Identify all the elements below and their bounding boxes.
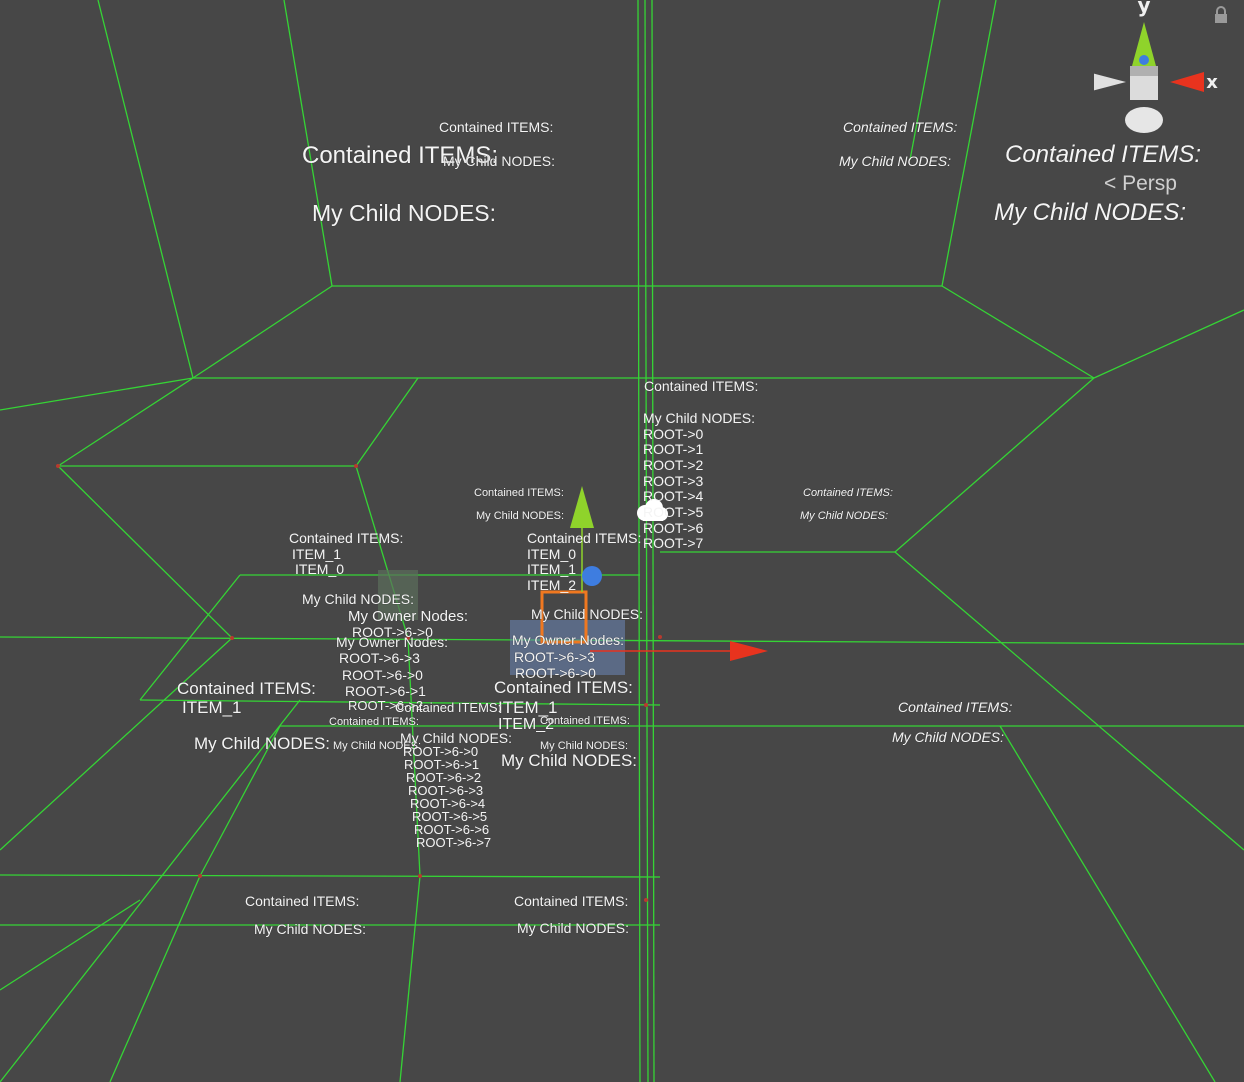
gizmo-y-label: y	[1137, 0, 1150, 17]
scene-viewport[interactable]: Contained ITEMS: My Child NODES: Contain…	[0, 0, 1244, 1082]
node-label-contained: Contained ITEMS:	[514, 893, 629, 909]
node-label-contained: Contained ITEMS:	[439, 119, 554, 135]
list-item: ROOT->3	[643, 472, 704, 489]
list-item: ITEM_1	[182, 698, 242, 717]
list-item: ROOT->6->1	[345, 683, 426, 699]
node-label-contained: Contained ITEMS:	[395, 700, 502, 715]
node-label-child: My Child NODES:	[443, 153, 556, 169]
node-children-list: ROOT->6->0 ROOT->6->1 ROOT->6->2 ROOT->6->3…	[403, 745, 491, 849]
node-label-owner: My Owner Nodes:	[336, 634, 449, 650]
node-label-owner: My Owner Nodes:	[348, 608, 469, 625]
node-label-child: My Child NODES:	[254, 921, 367, 937]
node-label-contained: Contained ITEMS:	[803, 487, 893, 499]
node-label-child: My Child NODES:	[476, 510, 565, 522]
projection-label: Persp	[1122, 172, 1177, 195]
list-item: ROOT->0	[643, 425, 704, 442]
node-label-contained: Contained ITEMS:	[494, 678, 633, 697]
node-label-contained: Contained ITEMS:	[1005, 141, 1202, 168]
node-label-child: My Child NODES:	[312, 200, 497, 226]
node-label-child: My Child NODES:	[400, 730, 513, 746]
gizmo-neg-x-cone[interactable]	[1094, 72, 1126, 92]
list-item: ROOT->1	[643, 441, 704, 458]
list-item: ITEM_1	[292, 545, 342, 562]
list-item: ITEM_1	[498, 698, 558, 717]
list-item: ITEM_0	[527, 545, 577, 562]
node-label-child: My Child NODES:	[501, 751, 638, 770]
x-axis-handle[interactable]	[730, 641, 768, 661]
list-item: ROOT->4	[643, 488, 704, 505]
node-label-child: My Child NODES:	[302, 591, 415, 607]
node-label-contained: Contained ITEMS:	[474, 487, 564, 499]
list-item: ROOT->2	[643, 457, 704, 474]
node-label-owner: My Owner Nodes:	[512, 632, 625, 648]
node-label-contained: Contained ITEMS:	[898, 699, 1013, 715]
node-label-contained: Contained ITEMS:	[527, 530, 642, 546]
projection-toggle[interactable]: < Persp	[1104, 172, 1177, 196]
node-items-list: Contained ITEMS: ITEM_0 ITEM_1 ITEM_2	[527, 530, 642, 594]
list-item: ITEM_2	[527, 577, 577, 594]
node-label-child: My Child NODES:	[643, 410, 756, 426]
node-label-contained: Contained ITEMS:	[540, 715, 630, 727]
node-label-child: My Child NODES:	[194, 734, 331, 753]
lock-icon[interactable]	[1213, 6, 1229, 24]
node-label-child: My Child NODES:	[839, 153, 952, 169]
node-label-child: My Child NODES:	[994, 199, 1187, 226]
list-item: ITEM_1	[527, 561, 577, 578]
node-label-contained: Contained ITEMS:	[289, 530, 404, 546]
gizmo-neg-z-cone[interactable]	[1125, 107, 1163, 133]
list-item: ROOT->6	[643, 519, 704, 536]
node-label-child: My Child NODES:	[531, 606, 644, 622]
chevron-left-icon: <	[1104, 172, 1117, 195]
list-item: ROOT->6->0	[342, 667, 423, 683]
node-label-contained: Contained ITEMS:	[177, 679, 316, 698]
list-item: ROOT->7	[643, 535, 704, 552]
list-item: ITEM_0	[295, 561, 345, 578]
node-label-child: My Child NODES:	[800, 510, 889, 522]
node-label-child: My Child NODES:	[517, 920, 630, 936]
node-label-contained: Contained ITEMS:	[644, 378, 759, 394]
list-item: ROOT->5	[643, 504, 704, 521]
gizmo-x-cone[interactable]	[1170, 72, 1204, 92]
list-item: ROOT->6->3	[339, 650, 420, 666]
node-label-contained: Contained ITEMS:	[329, 716, 419, 728]
node-items-list: Contained ITEMS: ITEM_1 ITEM_0	[289, 530, 404, 578]
gizmo-x-label: x	[1206, 72, 1218, 93]
node-label-child: My Child NODES:	[892, 729, 1005, 745]
list-item: ROOT->6->7	[416, 835, 492, 850]
node-label-contained: Contained ITEMS:	[245, 893, 360, 909]
y-axis-handle[interactable]	[570, 486, 594, 528]
list-item: ROOT->6->3	[514, 649, 595, 665]
node-label-contained: Contained ITEMS:	[843, 119, 958, 135]
root-children-list: My Child NODES: ROOT->0 ROOT->1 ROOT->2 ROOT…	[643, 410, 756, 552]
